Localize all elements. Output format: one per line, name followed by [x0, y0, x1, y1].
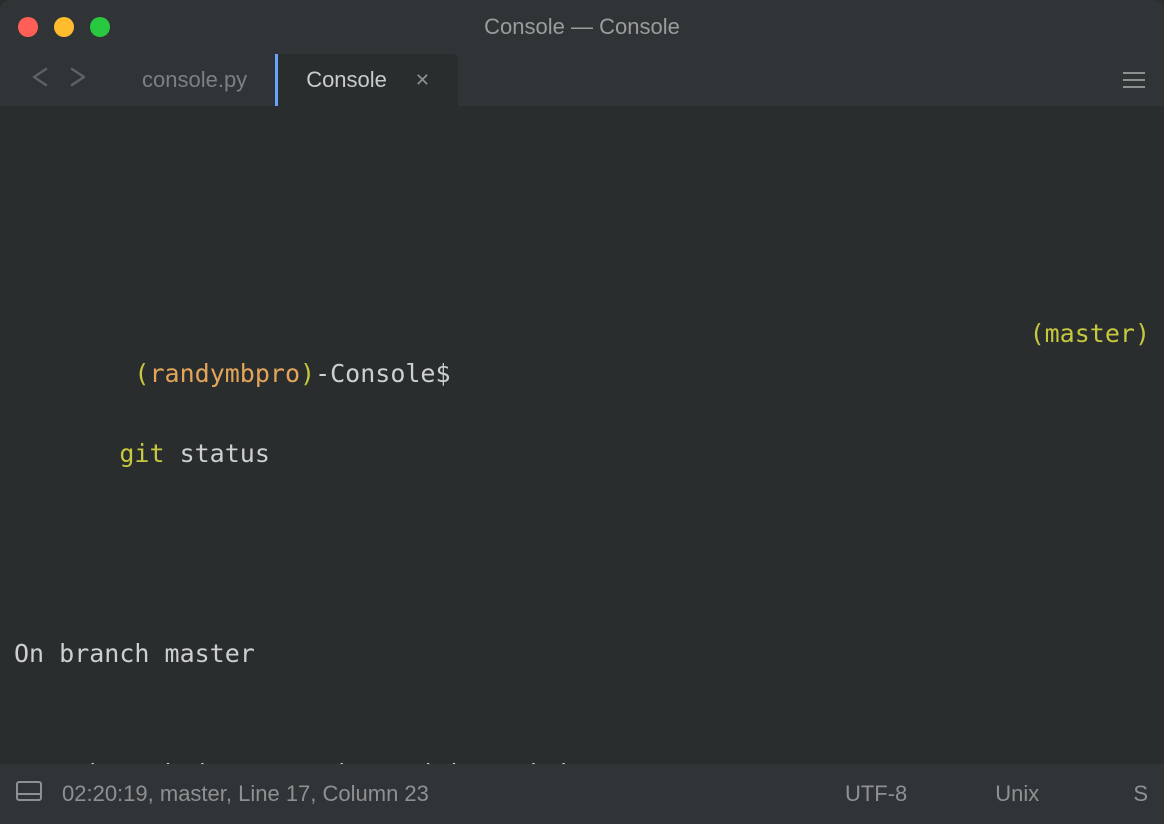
status-position[interactable]: 02:20:19, master, Line 17, Column 23 [62, 781, 429, 807]
prompt-path: Console [330, 359, 435, 388]
cmd-git: git [119, 439, 164, 468]
minimize-window-button[interactable] [54, 17, 74, 37]
window-title: Console — Console [0, 14, 1164, 40]
cmd-git-args: status [165, 439, 270, 468]
branch-indicator: (master) [939, 274, 1150, 514]
status-bar: 02:20:19, master, Line 17, Column 23 UTF… [0, 764, 1164, 824]
panel-icon[interactable] [16, 781, 42, 807]
nav-back-button[interactable] [28, 67, 54, 93]
nav-forward-button[interactable] [64, 67, 90, 93]
nav-arrows [0, 54, 114, 106]
close-tab-icon[interactable]: ✕ [415, 70, 430, 91]
status-line-ending[interactable]: Unix [961, 781, 1073, 807]
close-window-button[interactable] [18, 17, 38, 37]
prompt-line: (randymbpro)-Console$ git status (master… [14, 274, 1150, 514]
status-syntax[interactable]: S [1093, 781, 1148, 807]
tab-label: Console [306, 67, 387, 93]
tabbar-spacer [458, 54, 1104, 106]
prompt-symbol: $ [435, 359, 450, 388]
zoom-window-button[interactable] [90, 17, 110, 37]
traffic-lights [0, 17, 110, 37]
prompt-host: randymbpro [149, 359, 300, 388]
window-titlebar: Console — Console [0, 0, 1164, 54]
tab-label: console.py [142, 67, 247, 93]
tab-bar: console.py Console ✕ [0, 54, 1164, 106]
terminal-view[interactable]: (randymbpro)-Console$ git status (master… [0, 106, 1164, 764]
tab-console-py[interactable]: console.py [114, 54, 275, 106]
tab-console[interactable]: Console ✕ [275, 54, 458, 106]
terminal-output-line: Your branch is up to date with 'origin/m… [14, 754, 1150, 764]
tab-menu-button[interactable] [1104, 54, 1164, 106]
status-encoding[interactable]: UTF-8 [811, 781, 941, 807]
terminal-output-line: On branch master [14, 634, 1150, 674]
